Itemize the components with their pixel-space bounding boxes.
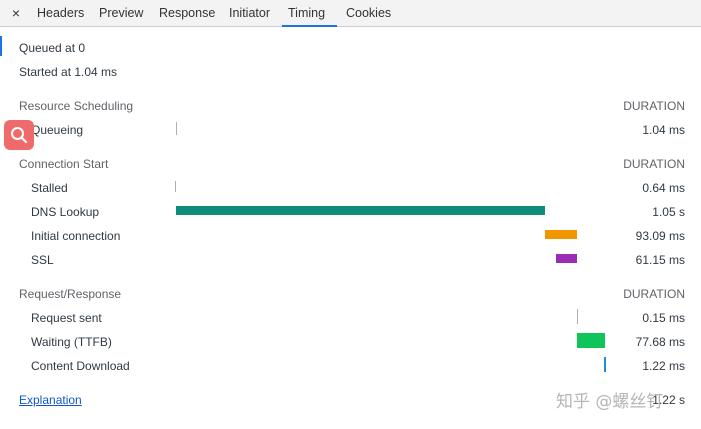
row-label-request-sent: Request sent (31, 311, 102, 325)
waiting-ttfb-bar (577, 333, 605, 348)
selection-accent (0, 36, 2, 56)
tab-headers[interactable]: Headers (31, 0, 90, 27)
row-label-dns-lookup: DNS Lookup (31, 205, 100, 219)
tab-timing[interactable]: Timing (282, 0, 337, 27)
content-download-bar (604, 357, 606, 372)
search-button[interactable] (4, 120, 34, 150)
row-value-initial-connection: 93.09 ms (635, 229, 685, 243)
started-at-text: Started at 1.04 ms (19, 65, 118, 79)
row-label-stalled: Stalled (31, 181, 68, 195)
initial-connection-bar (545, 230, 577, 239)
row-label-waiting-ttfb: Waiting (TTFB) (31, 335, 112, 349)
row-value-dns-lookup: 1.05 s (652, 205, 685, 219)
section-resource-scheduling: Resource Scheduling (19, 99, 134, 113)
tab-cookies[interactable]: Cookies (340, 0, 397, 27)
section-connection-start: Connection Start (19, 157, 109, 171)
row-label-initial-connection: Initial connection (31, 229, 121, 243)
dns-lookup-bar (176, 206, 545, 215)
row-value-stalled: 0.64 ms (642, 181, 685, 195)
queued-at-text: Queued at 0 (19, 41, 86, 55)
row-value-queueing: 1.04 ms (642, 123, 685, 137)
tab-preview[interactable]: Preview (93, 0, 149, 27)
section-request-response: Request/Response (19, 287, 122, 301)
row-value-ssl: 61.15 ms (635, 253, 685, 267)
row-label-content-download: Content Download (31, 359, 130, 373)
explanation-link[interactable]: Explanation (19, 393, 82, 407)
tab-initiator[interactable]: Initiator (223, 0, 276, 27)
tab-response[interactable]: Response (153, 0, 221, 27)
queueing-bar (176, 122, 177, 135)
row-value-request-sent: 0.15 ms (642, 311, 685, 325)
duration-header: DURATION (623, 99, 685, 113)
devtools-tab-bar: × Headers Preview Response Initiator Tim… (0, 0, 701, 27)
row-label-ssl: SSL (31, 253, 54, 267)
search-icon (11, 127, 28, 144)
duration-header: DURATION (623, 157, 685, 171)
request-sent-bar (577, 309, 578, 324)
watermark: 知乎 @螺丝钉 (556, 392, 664, 412)
stalled-bar (175, 181, 176, 192)
close-icon[interactable]: × (9, 6, 23, 20)
row-value-waiting-ttfb: 77.68 ms (635, 335, 685, 349)
duration-header: DURATION (623, 287, 685, 301)
row-value-content-download: 1.22 ms (642, 359, 685, 373)
ssl-bar (556, 254, 577, 263)
row-label-queueing: Queueing (31, 123, 84, 137)
